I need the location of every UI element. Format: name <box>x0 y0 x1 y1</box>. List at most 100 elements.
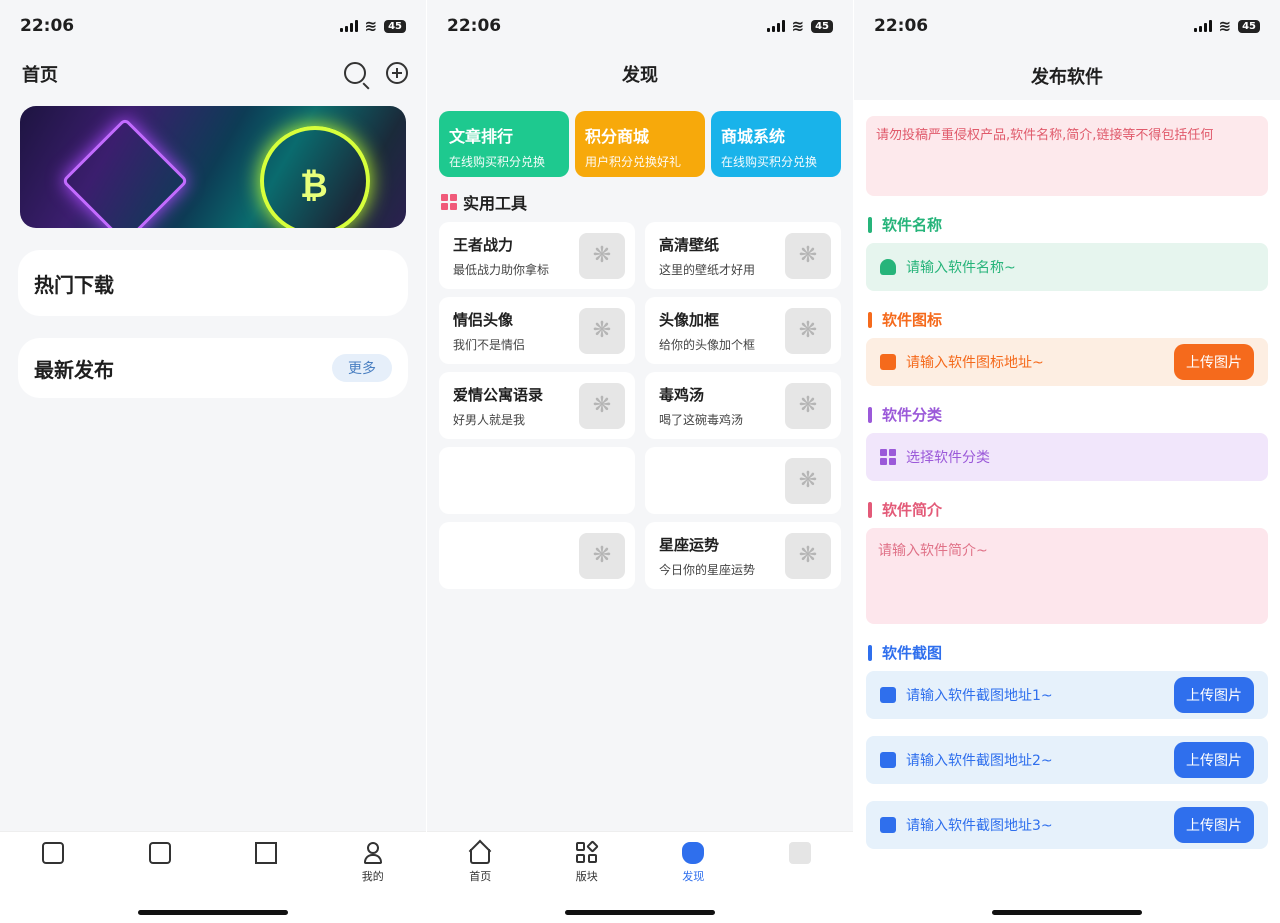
user-icon <box>788 842 811 864</box>
software-icon-field[interactable]: 请输入软件图标地址~ 上传图片 <box>866 338 1268 386</box>
battery-icon: 45 <box>1238 19 1260 33</box>
tool-card[interactable]: ❋ <box>439 522 635 589</box>
loading-icon: ❋ <box>785 307 831 354</box>
feature-article-rank[interactable]: 文章排行 在线购买积分兑换 <box>439 111 569 177</box>
tools-grid: 王者战力 最低战力助你拿标 ❋ 高清壁纸 这里的壁纸才好用 ❋ 情侣头像 我们不是情侣 ❋ … <box>439 222 841 589</box>
status-bar: 22:06 ≋ 45 <box>854 0 1280 52</box>
loading-icon: ❋ <box>579 532 625 579</box>
wifi-icon: ≋ <box>364 17 378 35</box>
tool-card[interactable]: 情侣头像 我们不是情侣 ❋ <box>439 297 635 364</box>
notice-text: 请勿投稿严重侵权产品,软件名称,简介,链接等不得包括任何 <box>866 116 1268 196</box>
tab-mine[interactable] <box>747 842 854 923</box>
latest-card: 最新发布 更多 <box>18 338 408 398</box>
status-time: 22:06 <box>447 16 502 36</box>
tool-card[interactable] <box>439 447 635 514</box>
home-indicator <box>992 910 1142 915</box>
add-icon[interactable] <box>386 62 408 84</box>
tab-home-label: 首页 <box>469 870 492 883</box>
intro-label: 软件简介 <box>868 499 1280 520</box>
tool-card[interactable]: 爱情公寓语录 好男人就是我 ❋ <box>439 372 635 439</box>
tool-card[interactable]: 头像加框 给你的头像加个框 ❋ <box>645 297 841 364</box>
android-icon <box>880 259 896 275</box>
battery-icon: 45 <box>384 19 406 33</box>
tab-mine[interactable]: 我的 <box>320 842 427 923</box>
status-time: 22:06 <box>20 16 75 36</box>
hot-downloads-card[interactable]: 热门下载 <box>18 250 408 316</box>
tab-home[interactable] <box>0 842 107 923</box>
loading-icon: ❋ <box>579 382 625 429</box>
phone-home: 22:06 ≋ 45 首页 ₿ 热门下载 最新发布 更多 我的 <box>0 0 426 923</box>
tool-card[interactable]: 星座运势 今日你的星座运势 ❋ <box>645 522 841 589</box>
status-icons: ≋ 45 <box>1193 17 1260 35</box>
loading-icon: ❋ <box>785 232 831 279</box>
tab-home[interactable]: 首页 <box>427 839 534 923</box>
screenshot-stage: 22:06 ≋ 45 首页 ₿ 热门下载 最新发布 更多 我的 22:06 ≋ … <box>0 0 1280 923</box>
upload-screenshot-button[interactable]: 上传图片 <box>1174 677 1254 713</box>
wifi-icon: ≋ <box>1218 17 1232 35</box>
status-icons: ≋ 45 <box>339 17 406 35</box>
status-bar: 22:06 ≋ 45 <box>427 0 853 52</box>
tool-card[interactable]: 王者战力 最低战力助你拿标 ❋ <box>439 222 635 289</box>
tool-card[interactable]: ❋ <box>645 447 841 514</box>
intro-textarea[interactable]: 请输入软件简介~ <box>866 528 1268 624</box>
upload-screenshot-button[interactable]: 上传图片 <box>1174 742 1254 778</box>
user-icon <box>362 842 384 864</box>
upload-screenshot-button[interactable]: 上传图片 <box>1174 807 1254 843</box>
tools-section-title: 实用工具 <box>441 190 527 214</box>
discover-icon <box>255 842 278 864</box>
discover-icon <box>682 842 705 864</box>
image-icon <box>880 752 896 768</box>
home-navbar: 首页 <box>0 52 426 96</box>
status-bar: 22:06 ≋ 45 <box>0 0 426 52</box>
battery-icon: 45 <box>811 19 833 33</box>
loading-icon: ❋ <box>785 382 831 429</box>
more-button[interactable]: 更多 <box>332 354 392 382</box>
home-indicator <box>565 910 715 915</box>
signal-icon <box>1193 20 1212 32</box>
feature-points-mall[interactable]: 积分商城 用户积分兑换好礼 <box>575 111 705 177</box>
home-banner[interactable]: ₿ <box>20 106 406 228</box>
tool-card[interactable]: 高清壁纸 这里的壁纸才好用 ❋ <box>645 222 841 289</box>
status-time: 22:06 <box>874 16 929 36</box>
latest-title: 最新发布 <box>34 357 114 382</box>
discover-navbar: 发现 <box>427 52 853 96</box>
status-icons: ≋ 45 <box>766 17 833 35</box>
banner-diamond-shape <box>61 117 189 228</box>
category-grid-icon <box>880 449 896 465</box>
hot-downloads-title: 热门下载 <box>34 272 114 297</box>
tools-grid-icon <box>441 194 457 210</box>
tab-discover-label: 发现 <box>682 870 705 883</box>
home-indicator <box>138 910 288 915</box>
page-title: 首页 <box>22 65 58 86</box>
tab-mine-label: 我的 <box>361 870 384 883</box>
tool-card[interactable]: 毒鸡汤 喝了这碗毒鸡汤 ❋ <box>645 372 841 439</box>
publish-form: 请勿投稿严重侵权产品,软件名称,简介,链接等不得包括任何 软件名称 请输入软件名… <box>854 106 1280 849</box>
loading-icon: ❋ <box>579 307 625 354</box>
wifi-icon: ≋ <box>791 17 805 35</box>
phone-publish: 22:06 ≋ 45 发布软件 请勿投稿严重侵权产品,软件名称,简介,链接等不得… <box>854 0 1280 923</box>
page-title: 发布软件 <box>1031 67 1103 88</box>
name-label: 软件名称 <box>868 214 1280 235</box>
phone-discover: 22:06 ≋ 45 发现 文章排行 在线购买积分兑换 积分商城 用户积分兑换好… <box>427 0 853 923</box>
upload-icon-button[interactable]: 上传图片 <box>1174 344 1254 380</box>
category-select[interactable]: 选择软件分类 <box>866 433 1268 481</box>
signal-icon <box>339 20 358 32</box>
software-name-field[interactable]: 请输入软件名称~ <box>866 243 1268 291</box>
loading-icon: ❋ <box>785 532 831 579</box>
feature-shop-system[interactable]: 商城系统 在线购买积分兑换 <box>711 111 841 177</box>
search-icon[interactable] <box>344 62 370 90</box>
nav-actions <box>344 62 408 90</box>
home-icon <box>42 842 65 864</box>
screenshot-field-3[interactable]: 请输入软件截图地址3~ 上传图片 <box>866 801 1268 849</box>
image-icon <box>880 817 896 833</box>
screenshot-field-2[interactable]: 请输入软件截图地址2~ 上传图片 <box>866 736 1268 784</box>
image-icon <box>880 354 896 370</box>
icon-label: 软件图标 <box>868 309 1280 330</box>
tab-section-label: 版块 <box>575 870 598 883</box>
home-icon <box>468 839 492 864</box>
grid-icon <box>148 842 171 864</box>
screenshot-field-1[interactable]: 请输入软件截图地址1~ 上传图片 <box>866 671 1268 719</box>
publish-navbar: 发布软件 <box>854 52 1280 100</box>
bitcoin-icon: ₿ <box>300 166 328 206</box>
loading-icon: ❋ <box>785 457 831 504</box>
